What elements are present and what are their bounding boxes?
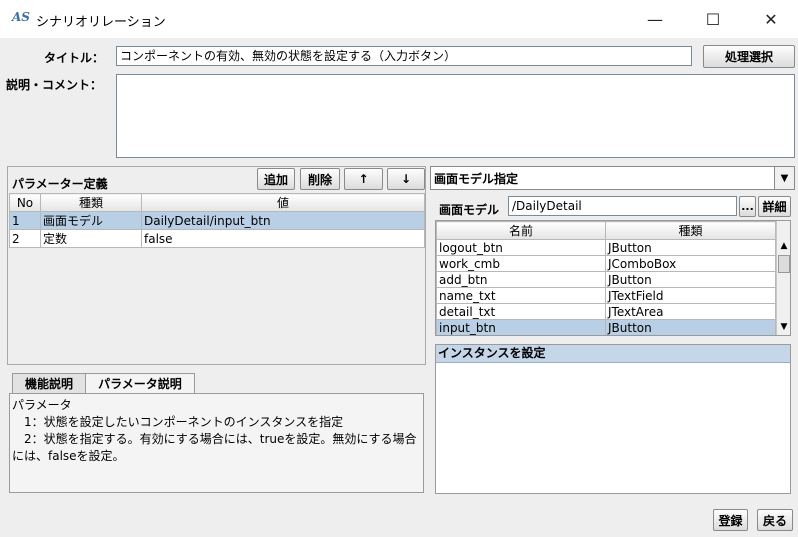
col-header-value[interactable]: 値 — [141, 193, 425, 212]
cell-type[interactable]: JTextArea — [605, 303, 776, 320]
table-row[interactable]: add_btn JButton — [436, 271, 776, 288]
add-button[interactable]: 追加 — [257, 168, 295, 190]
title-input[interactable]: コンポーネントの有効、無効の状態を設定する（入力ボタン） — [116, 46, 692, 66]
instance-header: インスタンスを設定 — [436, 345, 790, 363]
screen-model-dropdown[interactable]: 画面モデル指定 ▼ — [430, 166, 795, 190]
parameter-table: No 種類 値 1 画面モデル DailyDetail/input_btn 2 … — [9, 193, 425, 248]
comment-textarea[interactable] — [116, 74, 795, 158]
parameter-panel: パラメーター定義 追加 削除 ↑ ↓ No 種類 値 1 画面モデル Daily… — [7, 166, 426, 365]
app-logo-icon: AS — [12, 10, 30, 24]
table-row[interactable]: logout_btn JButton — [436, 239, 776, 256]
cell-name[interactable]: detail_txt — [436, 303, 606, 320]
cell-type[interactable]: JButton — [605, 239, 776, 256]
screen-model-label: 画面モデル — [439, 203, 500, 217]
delete-button[interactable]: 削除 — [300, 168, 340, 190]
title-bar: AS シナリオリレーション — ☐ ✕ — [0, 0, 798, 38]
description-line: 1：状態を設定したいコンポーネントのインスタンスを指定 — [12, 415, 344, 429]
col-header-no[interactable]: No — [9, 193, 41, 212]
minimize-button[interactable]: — — [626, 0, 684, 38]
process-select-button[interactable]: 処理選択 — [703, 45, 795, 68]
scroll-down-icon[interactable]: ▼ — [777, 322, 790, 334]
scroll-up-icon[interactable]: ▲ — [777, 241, 790, 253]
table-row[interactable]: 1 画面モデル DailyDetail/input_btn — [9, 211, 425, 230]
tab-parameter-description[interactable]: パラメータ説明 — [85, 373, 195, 393]
cell-type[interactable]: JButton — [605, 319, 776, 335]
col-header-kind[interactable]: 種類 — [40, 193, 142, 212]
maximize-button[interactable]: ☐ — [684, 0, 742, 38]
component-table: 名前 種類 logout_btn JButton work_cmb JComboBo… — [436, 221, 776, 335]
back-button[interactable]: 戻る — [757, 509, 793, 531]
tab-function-description[interactable]: 機能説明 — [12, 373, 86, 393]
table-row[interactable]: detail_txt JTextArea — [436, 303, 776, 320]
description-line: には、falseを設定。 — [12, 449, 125, 463]
chevron-down-icon[interactable]: ▼ — [774, 167, 794, 189]
move-up-button[interactable]: ↑ — [344, 168, 383, 190]
table-row[interactable]: name_txt JTextField — [436, 287, 776, 304]
cell-kind[interactable]: 定数 — [40, 229, 142, 248]
table-row[interactable]: 2 定数 false — [9, 229, 425, 248]
close-button[interactable]: ✕ — [742, 0, 798, 38]
component-table-area: 名前 種類 logout_btn JButton work_cmb JComboBo… — [435, 220, 791, 336]
table-row[interactable]: work_cmb JComboBox — [436, 255, 776, 272]
cell-name[interactable]: name_txt — [436, 287, 606, 304]
detail-button[interactable]: 詳細 — [758, 196, 791, 217]
cell-name[interactable]: work_cmb — [436, 255, 606, 272]
cell-kind[interactable]: 画面モデル — [40, 211, 142, 230]
scroll-thumb[interactable] — [778, 255, 790, 273]
parameter-table-area: No 種類 値 1 画面モデル DailyDetail/input_btn 2 … — [9, 193, 425, 363]
col-header-type[interactable]: 種類 — [605, 221, 776, 240]
col-header-name[interactable]: 名前 — [436, 221, 606, 240]
cell-name[interactable]: add_btn — [436, 271, 606, 288]
description-tabs: 機能説明 パラメータ説明 パラメータ 1：状態を設定したいコンポーネントのインス… — [7, 370, 426, 496]
cell-no[interactable]: 2 — [9, 229, 41, 248]
browse-button[interactable]: ... — [739, 196, 756, 217]
screen-model-input[interactable]: /DailyDetail — [508, 196, 737, 216]
comment-label: 説明・コメント： — [6, 78, 103, 92]
description-line: パラメータ — [12, 398, 72, 412]
instance-panel: インスタンスを設定 — [435, 344, 791, 494]
cell-no[interactable]: 1 — [9, 211, 41, 230]
move-down-button[interactable]: ↓ — [387, 168, 425, 190]
cell-type[interactable]: JTextField — [605, 287, 776, 304]
window-title: シナリオリレーション — [36, 15, 166, 30]
cell-type[interactable]: JComboBox — [605, 255, 776, 272]
table-row[interactable]: input_btn JButton — [436, 319, 776, 335]
description-panel: パラメータ 1：状態を設定したいコンポーネントのインスタンスを指定 2：状態を指… — [9, 393, 424, 493]
cell-type[interactable]: JButton — [605, 271, 776, 288]
cell-value[interactable]: DailyDetail/input_btn — [141, 211, 425, 230]
cell-name[interactable]: logout_btn — [436, 239, 606, 256]
register-button[interactable]: 登録 — [713, 509, 748, 531]
description-line: 2：状態を指定する。有効にする場合には、trueを設定。無効にする場合 — [12, 432, 417, 446]
parameter-header: パラメーター定義 — [12, 177, 108, 191]
title-label: タイトル： — [44, 51, 105, 65]
component-scrollbar[interactable]: ▲ ▼ — [776, 221, 790, 335]
cell-value[interactable]: false — [141, 229, 425, 248]
dropdown-value: 画面モデル指定 — [434, 171, 519, 186]
cell-name[interactable]: input_btn — [436, 319, 606, 335]
screen-model-panel: 画面モデル指定 ▼ 画面モデル /DailyDetail ... 詳細 名前 種… — [430, 166, 795, 496]
